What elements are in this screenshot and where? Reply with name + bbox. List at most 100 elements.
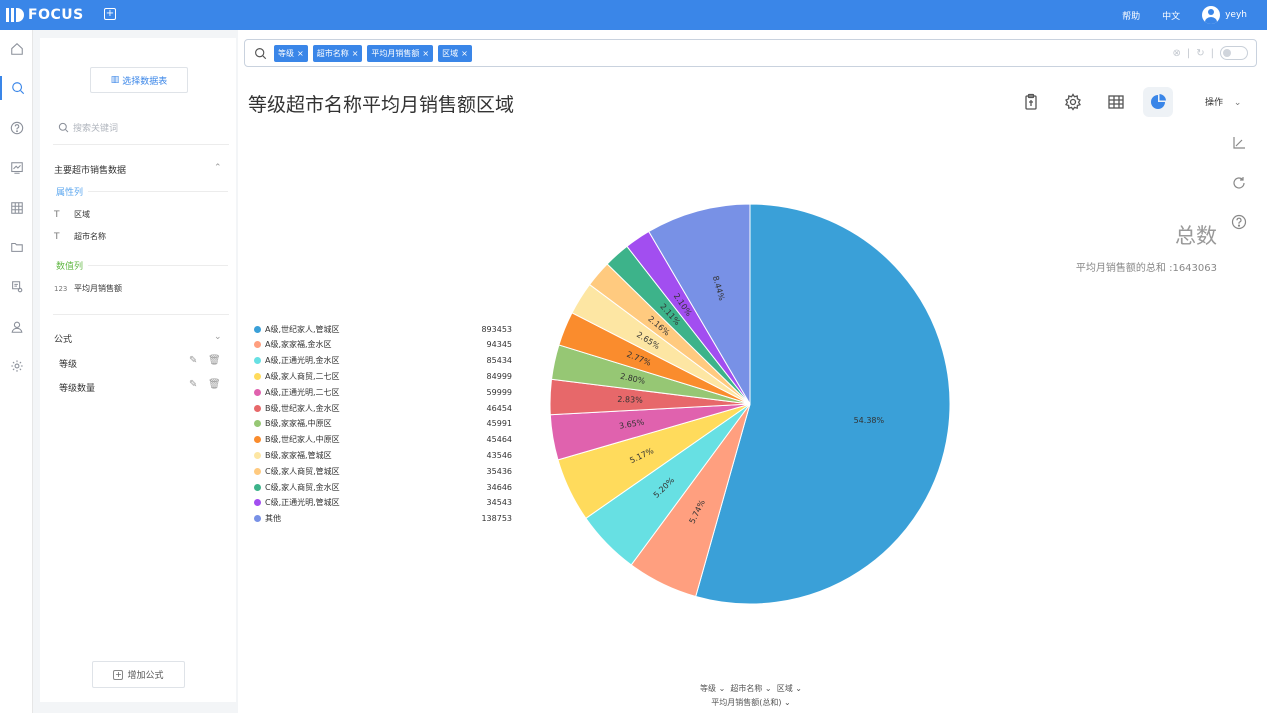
legend-label: B级,世纪家人,中原区 [265, 435, 340, 445]
field-item-supermarket[interactable]: T 超市名称 [54, 231, 106, 242]
legend-item[interactable]: C级,家人商贸,管城区 35436 [254, 464, 512, 478]
legend-item[interactable]: A级,世纪家人,管城区 893453 [254, 322, 512, 336]
add-formula-button[interactable]: + 增加公式 [92, 661, 185, 688]
legend-swatch [254, 357, 261, 365]
home-icon[interactable] [0, 37, 33, 61]
avatar[interactable] [1202, 6, 1221, 24]
operations-menu[interactable]: 操作 ⌄ [1205, 95, 1241, 108]
formula-title[interactable]: 公式 [54, 332, 72, 345]
search-tag[interactable]: 等级 × [274, 45, 308, 62]
legend-label: A级,正通光明,金水区 [265, 356, 340, 366]
keyword-search-input[interactable]: 搜索关键词 [58, 120, 118, 134]
legend-value: 45991 [486, 419, 512, 429]
legend-value: 34646 [486, 482, 512, 492]
search-bar[interactable]: 等级 × 超市名称 × 平均月销售额 × 区域 × ⊗ | ↻ | [244, 39, 1257, 67]
legend-value: 94345 [486, 340, 512, 350]
dataset-title[interactable]: 主要超市销售数据 [54, 163, 126, 176]
settings-icon[interactable] [0, 354, 33, 378]
legend-label: A级,家人商贸,二七区 [265, 371, 340, 381]
gear-icon[interactable] [1058, 87, 1088, 117]
folder-icon[interactable] [0, 235, 33, 259]
help-icon[interactable] [0, 116, 33, 140]
chevron-up-icon[interactable]: ⌃ [214, 163, 222, 173]
edit-icon[interactable]: ✎ [189, 379, 197, 390]
delete-icon[interactable]: 🗑 [208, 355, 221, 366]
username[interactable]: yeyh [1225, 10, 1247, 20]
legend-label: C级,家人商贸,金水区 [265, 482, 340, 492]
remove-tag-icon[interactable]: × [461, 49, 468, 58]
clear-icon[interactable]: ⊗ [1172, 48, 1180, 59]
remove-tag-icon[interactable]: × [297, 49, 304, 58]
search-tag[interactable]: 平均月销售额 × [367, 45, 434, 62]
field-label: 区域 [74, 210, 90, 219]
legend-item[interactable]: A级,正通光明,金水区 85434 [254, 354, 512, 368]
new-tab-button[interactable]: + [104, 8, 116, 20]
select-table-label: 选择数据表 [122, 76, 168, 87]
legend-value: 59999 [486, 387, 512, 397]
remove-tag-icon[interactable]: × [352, 49, 359, 58]
table-icon[interactable] [0, 196, 33, 220]
legend-item[interactable]: B级,家家福,中原区 45991 [254, 417, 512, 431]
remove-tag-icon[interactable]: × [422, 49, 429, 58]
edit-icon[interactable]: ✎ [189, 355, 197, 366]
search-icon[interactable] [0, 76, 33, 100]
left-rail [0, 30, 33, 713]
dim-selector[interactable]: 等级 ⌄ [700, 684, 725, 693]
search-tags: 等级 × 超市名称 × 平均月销售额 × 区域 × [274, 45, 472, 62]
total-title: 总数 [1175, 224, 1217, 248]
legend-item[interactable]: B级,家家福,管城区 43546 [254, 448, 512, 462]
legend-swatch [254, 515, 261, 523]
dim-selector[interactable]: 超市名称 ⌄ [730, 684, 771, 693]
user-icon[interactable] [0, 315, 33, 339]
legend-swatch [254, 372, 261, 380]
search-tag[interactable]: 区域 × [438, 45, 472, 62]
language-switch[interactable]: 中文 [1162, 9, 1180, 22]
refresh-icon[interactable]: ↻ [1196, 48, 1204, 59]
legend-item[interactable]: B级,世纪家人,中原区 45464 [254, 433, 512, 447]
help-icon[interactable] [1231, 214, 1247, 230]
measure-selector[interactable]: 平均月销售额(总和) ⌄ [711, 698, 791, 707]
legend-item[interactable]: C级,正通光明,管城区 34543 [254, 496, 512, 510]
search-tag-label: 区域 [442, 49, 459, 58]
main-area: 等级 × 超市名称 × 平均月销售额 × 区域 × ⊗ | ↻ | 等级超市名称平均月销售额区… [238, 30, 1267, 713]
delete-icon[interactable]: 🗑 [208, 379, 221, 390]
legend-value: 35436 [486, 466, 512, 476]
table-view-icon[interactable] [1101, 87, 1131, 117]
legend-item[interactable]: A级,正通光明,二七区 59999 [254, 385, 512, 399]
dim-selector[interactable]: 区域 ⌄ [777, 684, 802, 693]
legend-swatch [254, 388, 261, 396]
legend-label: B级,家家福,中原区 [265, 419, 332, 429]
search-mode-toggle[interactable] [1220, 46, 1248, 60]
formula-item[interactable]: 等级数量 [59, 381, 95, 394]
legend-value: 34543 [486, 498, 512, 508]
chevron-down-icon[interactable]: ⌄ [214, 332, 222, 342]
legend-label: A级,家家福,金水区 [265, 340, 332, 350]
legend-swatch [254, 420, 261, 428]
divider [53, 144, 229, 145]
legend-value: 893453 [481, 324, 512, 334]
axis-icon[interactable] [1231, 135, 1247, 151]
legend-swatch [254, 467, 261, 475]
pie-chart-icon[interactable] [1143, 87, 1173, 117]
field-item-region[interactable]: T 区域 [54, 209, 90, 220]
refresh-icon[interactable] [1231, 175, 1247, 191]
search-tag-label: 超市名称 [316, 49, 349, 58]
help-link[interactable]: 帮助 [1122, 9, 1140, 22]
legend-item[interactable]: B级,世纪家人,金水区 46454 [254, 401, 512, 415]
table-icon: ▥ [110, 75, 120, 85]
search-tag[interactable]: 超市名称 × [312, 45, 363, 62]
legend-item[interactable]: 其他 138753 [254, 512, 512, 526]
report-icon[interactable] [0, 275, 33, 299]
focus-logo[interactable]: FOCUS [6, 6, 84, 24]
legend-item[interactable]: A级,家人商贸,二七区 84999 [254, 369, 512, 383]
dashboard-icon[interactable] [0, 156, 33, 180]
clipboard-icon[interactable] [1016, 87, 1046, 117]
select-table-button[interactable]: ▥ 选择数据表 [90, 67, 188, 93]
legend-item[interactable]: A级,家家福,金水区 94345 [254, 338, 512, 352]
divider [88, 191, 228, 192]
formula-item[interactable]: 等级 [59, 357, 77, 370]
attribute-section-label: 属性列 [56, 188, 84, 198]
separator: | [1186, 47, 1191, 59]
legend-item[interactable]: C级,家人商贸,金水区 34646 [254, 480, 512, 494]
field-item-avg-sales[interactable]: 123 平均月销售额 [54, 283, 122, 294]
